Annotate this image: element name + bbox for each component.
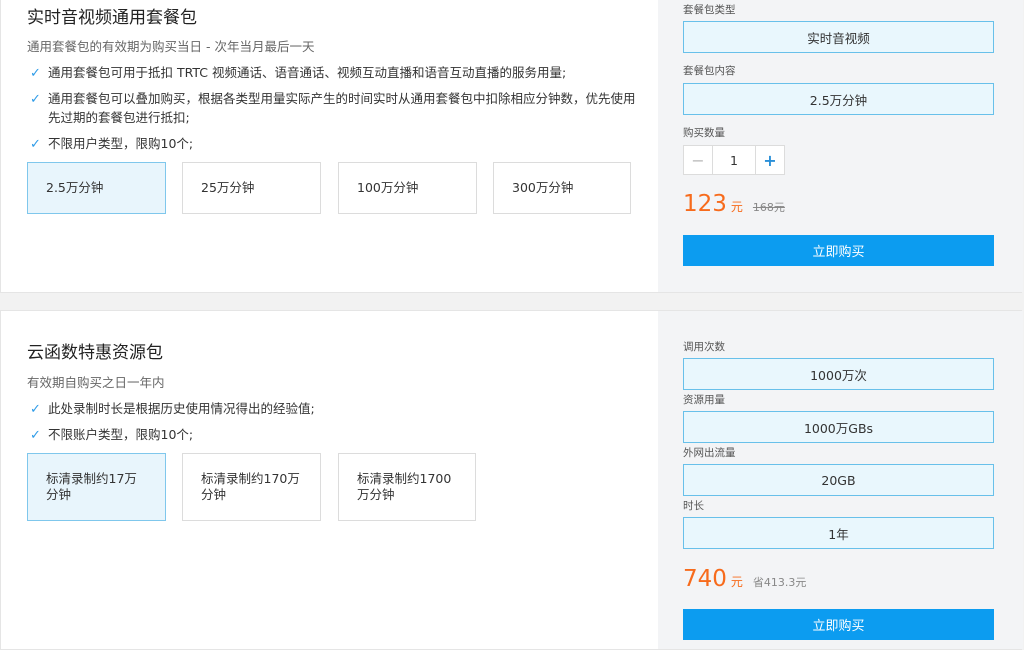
buy-now-button[interactable]: 立即购买 [683, 235, 994, 266]
check-icon: ✓ [30, 92, 41, 107]
price-display: 740 元 省413.3元 [683, 566, 806, 592]
option-17w-minutes[interactable]: 标清录制约17万分钟 [27, 453, 166, 521]
price-value: 740 [683, 566, 727, 592]
quantity-label: 购买数量 [683, 127, 725, 139]
package-title: 实时音视频通用套餐包 [27, 8, 197, 28]
feature-item: ✓ 不限账户类型，限购10个; [30, 427, 194, 443]
calls-label: 调用次数 [683, 341, 725, 353]
check-icon: ✓ [30, 66, 41, 81]
price-display: 123 元 168元 [683, 191, 785, 217]
quantity-stepper: − 1 + [683, 145, 785, 175]
feature-item: ✓ 通用套餐包可以叠加购买，根据各类型用量实际产生的时间实时从通用套餐包中扣除相… [30, 91, 636, 125]
traffic-label: 外网出流量 [683, 447, 736, 459]
resource-field[interactable]: 1000万GBs [683, 411, 994, 443]
feature-item: ✓ 通用套餐包可用于抵扣 TRTC 视频通话、语音通话、视频互动直播和语音互动直… [30, 65, 567, 81]
option-1700w-minutes[interactable]: 标清录制约1700万分钟 [338, 453, 476, 521]
resource-label: 资源用量 [683, 394, 725, 406]
package-content-label: 套餐包内容 [683, 65, 736, 77]
package-type-label: 套餐包类型 [683, 4, 736, 16]
duration-field[interactable]: 1年 [683, 517, 994, 549]
option-170w-minutes[interactable]: 标清录制约170万分钟 [182, 453, 321, 521]
package-description: 通用套餐包的有效期为购买当日 - 次年当月最后一天 [27, 39, 315, 54]
check-icon: ✓ [30, 428, 41, 443]
check-icon: ✓ [30, 137, 41, 152]
feature-item: ✓ 此处录制时长是根据历史使用情况得出的经验值; [30, 401, 315, 417]
option-300w-minutes[interactable]: 300万分钟 [493, 162, 631, 214]
quantity-input[interactable]: 1 [712, 146, 756, 174]
option-25w-minutes[interactable]: 25万分钟 [182, 162, 321, 214]
price-unit: 元 [730, 575, 743, 589]
savings-text: 省413.3元 [752, 576, 807, 589]
price-unit: 元 [730, 200, 743, 214]
check-icon: ✓ [30, 402, 41, 417]
package-title: 云函数特惠资源包 [27, 343, 163, 363]
feature-item: ✓ 不限用户类型，限购10个; [30, 136, 194, 152]
calls-field[interactable]: 1000万次 [683, 358, 994, 390]
price-value: 123 [683, 191, 727, 217]
duration-label: 时长 [683, 500, 704, 512]
original-price: 168元 [752, 201, 785, 214]
option-100w-minutes[interactable]: 100万分钟 [338, 162, 477, 214]
decrement-button[interactable]: − [684, 146, 712, 174]
traffic-field[interactable]: 20GB [683, 464, 994, 496]
package-type-field[interactable]: 实时音视频 [683, 21, 994, 53]
buy-now-button[interactable]: 立即购买 [683, 609, 994, 640]
increment-button[interactable]: + [756, 146, 784, 174]
package-description: 有效期自购买之日一年内 [27, 375, 165, 390]
package-content-field[interactable]: 2.5万分钟 [683, 83, 994, 115]
option-2.5w-minutes[interactable]: 2.5万分钟 [27, 162, 166, 214]
